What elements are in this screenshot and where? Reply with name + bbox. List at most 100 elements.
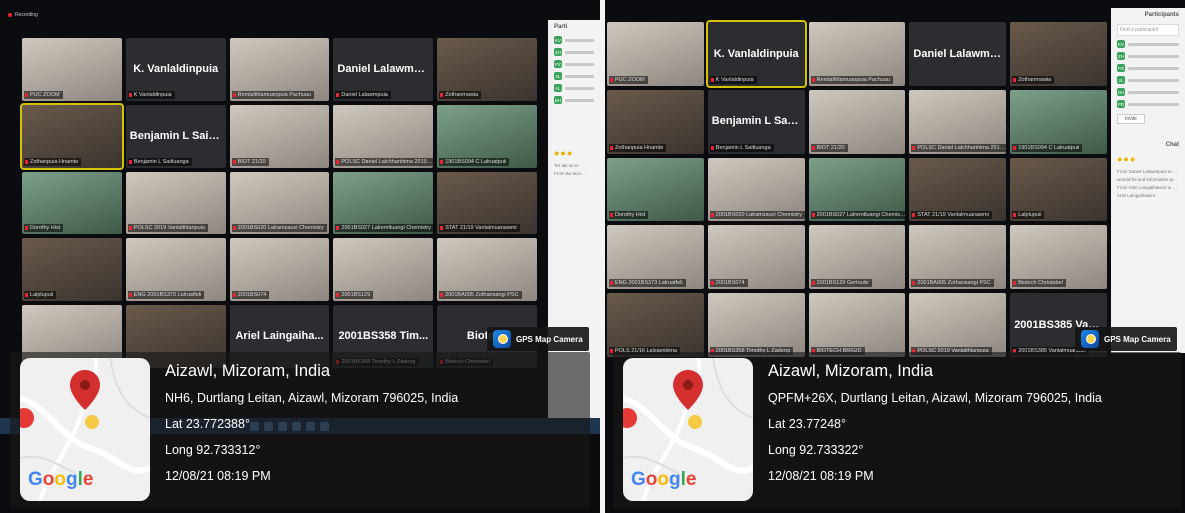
participant-name-label: BIOT 21/20 bbox=[810, 143, 848, 152]
participant-list-item[interactable]: DH bbox=[548, 94, 600, 106]
invite-button[interactable]: Invite bbox=[1117, 114, 1145, 124]
location-info: Aizawl, Mizoram, India QPFM+26X, Durtlan… bbox=[768, 362, 1175, 495]
participant-name-label: 2001BS027 Lalremtluangi Chemistry bbox=[335, 224, 434, 233]
participant-name-label: 2001BS129 bbox=[335, 291, 374, 300]
participant-list-item[interactable]: PZ bbox=[1111, 62, 1185, 74]
participant-tile[interactable]: 2001BS074 bbox=[707, 225, 805, 290]
participant-avatar: PZ bbox=[1117, 64, 1125, 72]
participant-name-text bbox=[1128, 66, 1179, 70]
participant-tile[interactable]: 2001BS129 bbox=[333, 238, 434, 302]
participant-tile[interactable]: 1901BS094 C Lalruatpuii bbox=[437, 104, 537, 168]
participant-name-label: POLSC 2019 Vanlalthlanpuia bbox=[127, 224, 208, 233]
participant-name-label: PUC ZOOM bbox=[24, 90, 63, 99]
participant-tile[interactable]: Benjamin L Saitl... Benjamin L Saitluanga bbox=[125, 104, 226, 168]
participant-name-text bbox=[565, 38, 594, 42]
participant-tile[interactable]: Remlalthlamuanpuia Pachuau bbox=[229, 38, 330, 101]
participant-list-item[interactable]: KV bbox=[1111, 38, 1185, 50]
participant-tile[interactable]: POLSC Daniel Lalchhanhima 2019BA bbox=[909, 89, 1007, 154]
participant-tile[interactable]: Zothanmawia bbox=[437, 38, 537, 101]
chat-reactions: ●●● bbox=[554, 148, 574, 158]
participant-avatar: AL bbox=[554, 84, 562, 92]
participant-list-item[interactable]: 2L bbox=[548, 70, 600, 82]
participant-tile[interactable]: Zothanpuia Hnamte bbox=[20, 102, 124, 170]
participant-name-label: Remlalthlamuanpuia Pachuau bbox=[810, 75, 893, 84]
participant-tile[interactable]: STAT 21/19 Vanlalmuanawmi bbox=[909, 157, 1007, 222]
participant-name-label: Benjamin L Saitluanga bbox=[127, 157, 192, 166]
participant-list-item[interactable]: PD bbox=[1111, 98, 1185, 110]
participant-tile[interactable]: POLS 21/16 Lalsiamkima bbox=[607, 293, 704, 357]
participant-tile[interactable]: POLSC 2019 Vanlalthlanpuia bbox=[909, 293, 1007, 357]
participant-tile[interactable]: Benjamin L Saitl... Benjamin L Saitluanga bbox=[707, 89, 805, 154]
chat-message: wonderful and informative presentation S… bbox=[1117, 177, 1179, 182]
google-logo: Google bbox=[631, 469, 697, 490]
participant-tile[interactable]: 2001BS358 Timothy L Zadeng bbox=[707, 293, 805, 357]
participant-list-item[interactable]: KV bbox=[548, 34, 600, 46]
participant-tile[interactable]: Daniel Lalawmp... Daniel Lalawmpuia bbox=[333, 38, 434, 101]
participant-name-label: PUC ZOOM bbox=[609, 75, 648, 84]
participant-tile[interactable]: BIOTECH BRIGID bbox=[808, 293, 906, 357]
participant-name-label: 2001BS129 Gertrude bbox=[810, 279, 872, 288]
participant-display-name: Daniel Lalawmpuia bbox=[913, 47, 1007, 60]
participant-tile[interactable]: Zothanmawia bbox=[1010, 22, 1107, 86]
participant-name-label: Lalplupuii bbox=[1012, 211, 1045, 220]
participant-display-name: Benjamin L Saitl... bbox=[711, 115, 805, 128]
participant-name-label: 2001BA005 Zothansangi PSC bbox=[439, 291, 522, 300]
participant-name-label: STAT 21/19 Vanlalmuanawmi bbox=[911, 211, 992, 220]
participant-tile[interactable]: Lalplupuii bbox=[22, 238, 122, 302]
participant-avatar: ZH bbox=[554, 48, 562, 56]
participant-tile[interactable]: POLSC Daniel Lalchhanhima 2019BA bbox=[333, 104, 434, 168]
location-address: NH6, Durtlang Leitan, Aizawl, Mizoram 79… bbox=[165, 391, 459, 405]
location-datetime: 12/08/21 08:19 PM bbox=[165, 469, 271, 483]
participant-tile[interactable]: 2001BS020 Lalramzauvi Chemistry bbox=[229, 171, 330, 235]
participant-tile[interactable]: 2001BS020 Lalramzauvi Chemistry bbox=[707, 157, 805, 222]
participant-list-item[interactable]: PZ bbox=[548, 58, 600, 70]
participant-tile[interactable]: 2001BS027 Lalremtluangi Chemistry bbox=[808, 157, 906, 222]
participant-tile[interactable]: 2001BS129 Gertrude bbox=[808, 225, 906, 290]
participant-tile[interactable]: 1901BS094 C Lalruatpuii bbox=[1010, 89, 1107, 154]
participant-name-label: Zothanmawia bbox=[1012, 75, 1055, 84]
participant-tile[interactable]: K. Vanlaldinpuia K Vanlaldinpuia bbox=[705, 20, 807, 88]
participant-tile[interactable]: BIOT 21/20 bbox=[229, 104, 330, 168]
participant-name-text bbox=[565, 50, 594, 54]
location-info: Aizawl, Mizoram, India NH6, Durtlang Lei… bbox=[165, 362, 584, 495]
video-grid: PUC ZOOM K. Vanlaldinpuia K Vanlaldinpuia R… bbox=[607, 20, 1107, 357]
participant-tile[interactable]: STAT 21/19 Vanlalmuanawmi bbox=[437, 171, 537, 235]
participant-tile[interactable]: PUC ZOOM bbox=[607, 22, 704, 86]
participant-display-name: Ariel Laingaiha... bbox=[235, 330, 324, 343]
participant-tile[interactable]: Dorothy Hist bbox=[607, 157, 704, 222]
participant-tile[interactable]: ENG 2001BS373 Lalruatfeli bbox=[607, 225, 704, 290]
participant-name-label: POLSC Daniel Lalchhanhima 2019BA bbox=[911, 143, 1007, 152]
participant-list-item[interactable]: 2L bbox=[1111, 74, 1185, 86]
participant-list-item[interactable]: ZH bbox=[1111, 50, 1185, 62]
participant-search-input[interactable]: Find a participant bbox=[1117, 24, 1179, 36]
participant-tile[interactable]: 2001BS027 Lalremtluangi Chemistry bbox=[333, 171, 434, 235]
video-grid: PUC ZOOM K. Vanlaldinpuia K Vanlaldinpuia R… bbox=[20, 38, 537, 368]
participant-tile[interactable]: Remlalthlamuanpuia Pachuau bbox=[808, 22, 906, 86]
participant-tile[interactable]: Daniel Lalawmpuia bbox=[909, 22, 1007, 86]
participant-list-item[interactable]: DH bbox=[1111, 86, 1185, 98]
participant-name-label: 1901BS094 C Lalruatpuii bbox=[1012, 143, 1083, 152]
participant-tile[interactable]: 2001BA005 Zothansangi PSC bbox=[909, 225, 1007, 290]
participant-list-item[interactable]: ZH bbox=[548, 46, 600, 58]
chat-message: From Bu tech... bbox=[554, 171, 585, 176]
participant-tile[interactable]: PUC ZOOM bbox=[22, 38, 122, 101]
participant-avatar: 2L bbox=[1117, 76, 1125, 84]
participant-name-label: K Vanlaldinpuia bbox=[709, 75, 757, 84]
participant-tile[interactable]: Dorothy Hist bbox=[22, 171, 122, 235]
participant-tile[interactable]: POLSC 2019 Vanlalthlanpuia bbox=[125, 171, 226, 235]
participant-tile[interactable]: 2001BS074 bbox=[229, 238, 330, 302]
participant-tile[interactable]: BIOT 21/20 bbox=[808, 89, 906, 154]
participant-tile[interactable]: K. Vanlaldinpuia K Vanlaldinpuia bbox=[125, 38, 226, 101]
location-longitude: Long 92.733312° bbox=[165, 443, 261, 457]
participant-name-label: Zothanpuia Hnamte bbox=[609, 143, 667, 152]
participant-list-item[interactable]: AL bbox=[548, 82, 600, 94]
participant-tile[interactable]: 2001BA005 Zothansangi PSC bbox=[437, 238, 537, 302]
participant-name-label: Zothanmawia bbox=[439, 90, 482, 99]
participant-tile[interactable]: Zothanpuia Hnamte bbox=[607, 89, 704, 154]
participant-avatar: DH bbox=[554, 96, 562, 104]
participant-name-text bbox=[565, 86, 594, 90]
participant-tile[interactable]: ENG 2001BS373 Lalruatfeli bbox=[125, 238, 226, 302]
participant-tile[interactable]: Biotech Christabel bbox=[1010, 225, 1107, 290]
participant-tile[interactable]: Lalplupuii bbox=[1010, 157, 1107, 222]
participant-name-label: 2001BS074 bbox=[709, 279, 748, 288]
